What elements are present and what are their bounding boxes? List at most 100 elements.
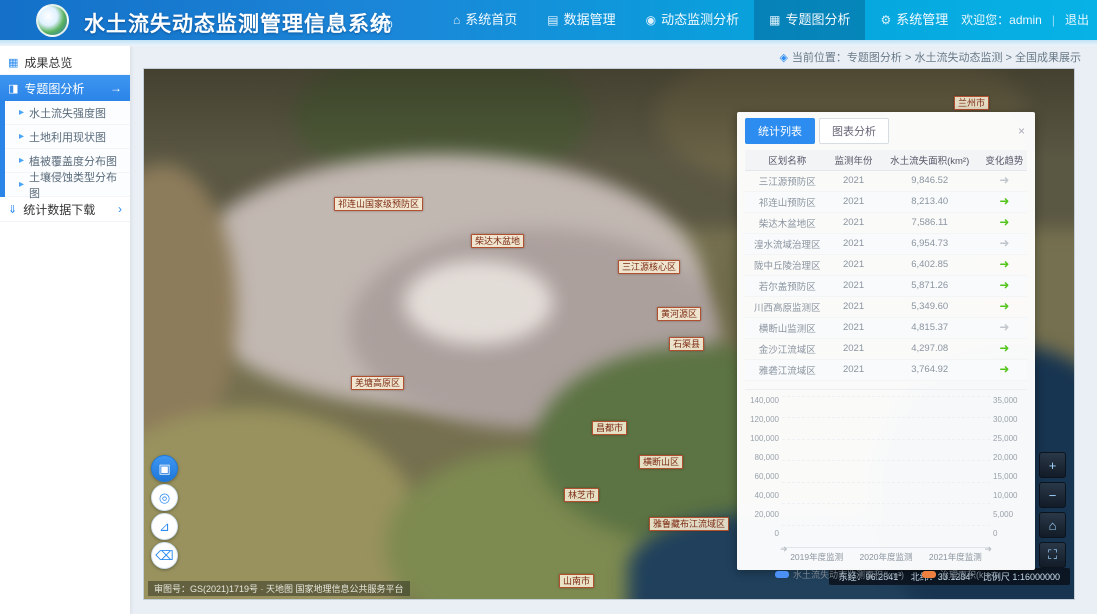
- nav-tab-系统首页[interactable]: ⌂系统首页: [438, 0, 532, 40]
- map-place-label[interactable]: 祁连山国家级预防区: [334, 197, 423, 211]
- x-category-label: 2019年度监测: [790, 551, 843, 563]
- legend-label: 水土流失动态监测面积(km²): [793, 568, 904, 581]
- trend-arrow-icon[interactable]: ➜: [999, 173, 1009, 187]
- cell-year: 2021: [830, 170, 878, 191]
- trend-arrow-icon[interactable]: ➜: [999, 215, 1009, 229]
- app-version: V2.0: [372, 20, 393, 31]
- sidebar-subitem[interactable]: ▸土壤侵蚀类型分布图: [5, 173, 130, 197]
- table-row[interactable]: 柴达木盆地区20217,586.11➜: [745, 212, 1027, 233]
- chart-plot-area: ➜ ➜: [782, 396, 990, 548]
- locate-tool[interactable]: ◎: [151, 484, 178, 511]
- cell-area: 7,586.11: [878, 212, 982, 233]
- sidebar-subitem-label: 土地利用现状图: [29, 129, 106, 145]
- database-icon: ▤: [547, 0, 558, 40]
- nav-tab-数据管理[interactable]: ▤数据管理: [532, 0, 630, 40]
- nav-tab-label: 数据管理: [564, 0, 616, 40]
- minus-icon: −: [1049, 488, 1057, 503]
- map-place-label[interactable]: 雅鲁藏布江流域区: [649, 517, 729, 531]
- sidebar-item-overview[interactable]: ▦ 成果总览: [0, 50, 130, 75]
- map-place-label[interactable]: 山南市: [559, 574, 594, 588]
- measure-tool[interactable]: ⊿: [151, 513, 178, 540]
- cell-trend: ➜: [982, 359, 1027, 380]
- layers-tool[interactable]: ▣: [151, 455, 178, 482]
- table-row[interactable]: 陇中丘陵治理区20216,402.85➜: [745, 254, 1027, 275]
- table-row[interactable]: 三江源预防区20219,846.52➜: [745, 170, 1027, 191]
- app-title: 水土流失动态监测管理信息系统: [84, 8, 392, 38]
- table-row[interactable]: 横断山监测区20214,815.37➜: [745, 317, 1027, 338]
- y-tick-label: 35,000: [993, 396, 1027, 405]
- y-tick-label: 60,000: [745, 472, 779, 481]
- table-row[interactable]: 祁连山预防区20218,213.40➜: [745, 191, 1027, 212]
- map-place-label[interactable]: 柴达木盆地: [471, 234, 524, 248]
- sidebar-item-download[interactable]: ⇓ 统计数据下载 ›: [0, 197, 130, 222]
- monitor-icon: ◉: [646, 0, 656, 40]
- zoom-out-tool[interactable]: −: [1039, 482, 1066, 508]
- trend-arrow-icon[interactable]: ➜: [999, 299, 1009, 313]
- top-navbar: 水土流失动态监测管理信息系统 V2.0 ⌂系统首页▤数据管理◉动态监测分析▦专题…: [0, 0, 1097, 40]
- map-place-label[interactable]: 三江源核心区: [618, 260, 680, 274]
- cell-year: 2021: [830, 338, 878, 359]
- panel-tab-统计列表[interactable]: 统计列表: [745, 118, 815, 144]
- fullscreen-tool[interactable]: ⛶: [1039, 542, 1066, 568]
- y-tick-label: 20,000: [745, 510, 779, 519]
- sidebar-item-thematic-analysis[interactable]: ◨ 专题图分析 →: [0, 75, 130, 101]
- logout-link[interactable]: 退出: [1065, 0, 1089, 40]
- trend-arrow-icon[interactable]: ➜: [999, 257, 1009, 271]
- nav-tab-动态监测分析[interactable]: ◉动态监测分析: [631, 0, 755, 40]
- doc-icon: ▸: [19, 107, 24, 118]
- cell-region: 陇中丘陵治理区: [745, 254, 830, 275]
- legend-swatch: [775, 571, 789, 578]
- cell-region: 祁连山预防区: [745, 191, 830, 212]
- table-header-cell: 监测年份: [830, 150, 878, 170]
- table-row[interactable]: 川西高原监测区20215,349.60➜: [745, 296, 1027, 317]
- map-place-label[interactable]: 石渠县: [669, 337, 704, 351]
- y-tick-label: 140,000: [745, 396, 779, 405]
- map-place-label[interactable]: 横断山区: [639, 455, 683, 469]
- expand-icon: ⛶: [1048, 547, 1057, 563]
- map-place-label[interactable]: 黄河源区: [657, 307, 701, 321]
- table-row[interactable]: 湟水流域治理区20216,954.73➜: [745, 233, 1027, 254]
- table-header-cell: 变化趋势: [982, 150, 1027, 170]
- download-icon: ⇓: [8, 203, 17, 216]
- sidebar-subitem[interactable]: ▸土地利用现状图: [5, 125, 130, 149]
- trend-arrow-icon[interactable]: ➜: [999, 362, 1009, 376]
- y-tick-label: 5,000: [993, 510, 1027, 519]
- cell-trend: ➜: [982, 212, 1027, 233]
- nav-tab-系统管理[interactable]: ⚙系统管理: [865, 0, 963, 40]
- legend-item[interactable]: 治理面积(km²): [922, 568, 997, 581]
- trend-arrow-icon[interactable]: ➜: [999, 236, 1009, 250]
- trend-arrow-icon[interactable]: ➜: [999, 278, 1009, 292]
- nav-tab-专题图分析[interactable]: ▦专题图分析: [754, 0, 865, 40]
- legend-item[interactable]: 水土流失动态监测面积(km²): [775, 568, 904, 581]
- map-place-label[interactable]: 羌塘高原区: [351, 376, 404, 390]
- sidebar-item-label: 统计数据下载: [23, 201, 95, 218]
- data-panel: 统计列表图表分析× 区划名称监测年份水土流失面积(km²)变化趋势 三江源预防区…: [737, 112, 1035, 570]
- sidebar-subitem-label: 植被覆盖度分布图: [29, 153, 117, 169]
- x-category-label: 2021年度监测: [929, 551, 982, 563]
- table-row[interactable]: 若尔盖预防区20215,871.26➜: [745, 275, 1027, 296]
- x-axis-categories: 2019年度监测2020年度监测2021年度监测: [782, 551, 990, 563]
- y-tick-label: 20,000: [993, 453, 1027, 462]
- home-extent-tool[interactable]: ⌂: [1039, 512, 1066, 538]
- clear-tool[interactable]: ⌫: [151, 542, 178, 569]
- axis-arrow-icon: ➜: [984, 544, 992, 555]
- panel-tab-图表分析[interactable]: 图表分析: [819, 118, 889, 144]
- cell-trend: ➜: [982, 233, 1027, 254]
- map-attribution: 审图号：GS(2021)1719号 · 天地图 国家地理信息公共服务平台: [148, 581, 410, 596]
- map-place-label[interactable]: 林芝市: [564, 488, 599, 502]
- sidebar-subitem[interactable]: ▸水土流失强度图: [5, 101, 130, 125]
- cell-year: 2021: [830, 275, 878, 296]
- close-icon[interactable]: ×: [1016, 124, 1027, 138]
- cell-area: 5,871.26: [878, 275, 982, 296]
- map-place-label[interactable]: 昌都市: [592, 421, 627, 435]
- trend-arrow-icon[interactable]: ➜: [999, 341, 1009, 355]
- zoom-in-tool[interactable]: +: [1039, 452, 1066, 478]
- map-terrain-snow: [404, 260, 553, 345]
- table-row[interactable]: 雅砻江流域区20213,764.92➜: [745, 359, 1027, 380]
- trend-arrow-icon[interactable]: ➜: [999, 320, 1009, 334]
- table-row[interactable]: 金沙江流域区20214,297.08➜: [745, 338, 1027, 359]
- trend-arrow-icon[interactable]: ➜: [999, 194, 1009, 208]
- cell-area: 5,349.60: [878, 296, 982, 317]
- divider: |: [1052, 0, 1055, 40]
- map-place-label[interactable]: 兰州市: [954, 96, 989, 110]
